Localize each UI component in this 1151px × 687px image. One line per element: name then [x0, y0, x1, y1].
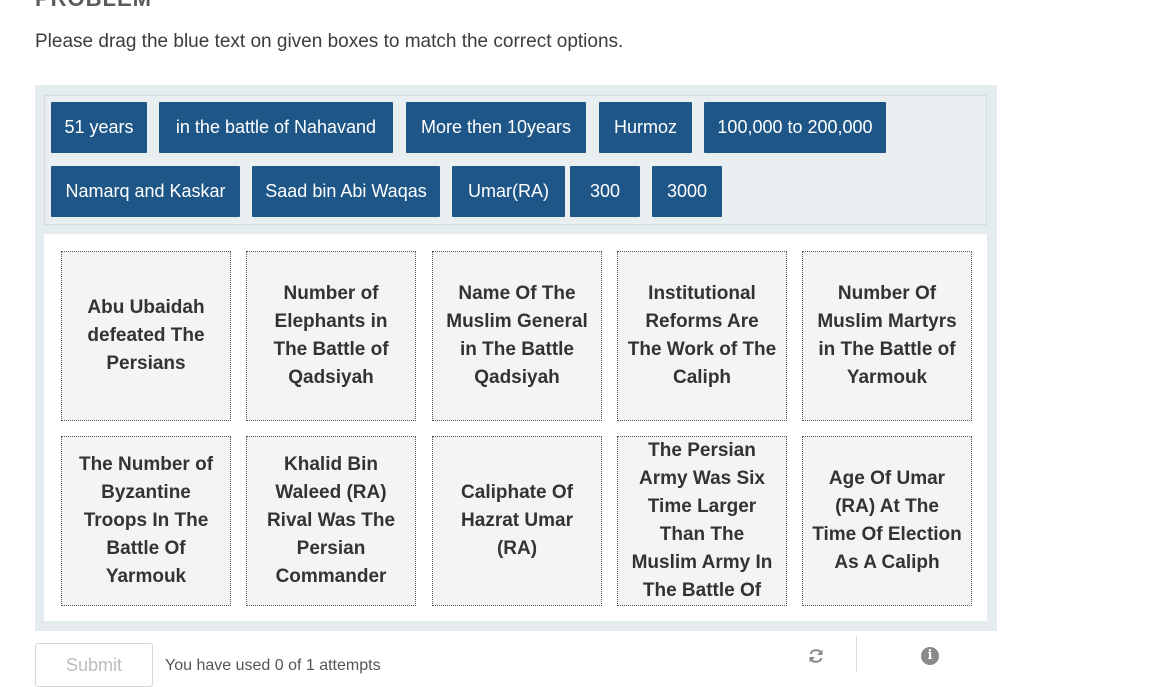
- draggable-option[interactable]: 300: [570, 166, 640, 217]
- draggable-option[interactable]: Umar(RA): [452, 166, 565, 217]
- drop-zone-label: The Number of Byzantine Troops In The Ba…: [78, 454, 214, 587]
- drop-zone[interactable]: Abu Ubaidah defeated The Persians: [61, 251, 231, 421]
- footer-divider: [856, 636, 857, 672]
- draggable-option[interactable]: More then 10years: [406, 102, 586, 153]
- drop-zone-label: Caliphate Of Hazrat Umar (RA): [461, 482, 573, 559]
- drop-zone[interactable]: Institutional Reforms Are The Work of Th…: [617, 251, 787, 421]
- draggable-option[interactable]: Hurmoz: [599, 102, 692, 153]
- drop-zone[interactable]: The Persian Army Was Six Time Larger Tha…: [617, 436, 787, 606]
- drop-zone[interactable]: Number of Elephants in The Battle of Qad…: [246, 251, 416, 421]
- draggable-option[interactable]: 100,000 to 200,000: [704, 102, 886, 153]
- refresh-icon[interactable]: [805, 646, 827, 668]
- instructions: Please drag the blue text on given boxes…: [35, 31, 624, 52]
- drop-zone-label: Age Of Umar (RA) At The Time Of Election…: [812, 468, 962, 573]
- drop-zone-label: Name Of The Muslim General in The Battle…: [446, 283, 588, 388]
- drop-zone[interactable]: Age Of Umar (RA) At The Time Of Election…: [802, 436, 972, 606]
- drag-and-drop-area: 51 years in the battle of Nahavand More …: [35, 85, 997, 631]
- drop-zone[interactable]: The Number of Byzantine Troops In The Ba…: [61, 436, 231, 606]
- drop-zone-label: Institutional Reforms Are The Work of Th…: [627, 283, 777, 388]
- target-area: Abu Ubaidah defeated The Persians Number…: [44, 234, 987, 621]
- refresh-icon-glyph: [809, 649, 823, 663]
- option-pool: 51 years in the battle of Nahavand More …: [44, 95, 987, 225]
- drop-zone-label: Number of Elephants in The Battle of Qad…: [273, 283, 389, 388]
- attempts-text: You have used 0 of 1 attempts: [165, 657, 381, 674]
- drop-zone[interactable]: Number Of Muslim Martyrs in The Battle o…: [802, 251, 972, 421]
- draggable-option[interactable]: Namarq and Kaskar: [51, 166, 240, 217]
- drop-zone[interactable]: Caliphate Of Hazrat Umar (RA): [432, 436, 602, 606]
- draggable-option[interactable]: 51 years: [51, 102, 147, 153]
- drop-zone-label: Khalid Bin Waleed (RA) Rival Was The Per…: [266, 454, 396, 587]
- draggable-option[interactable]: 3000: [652, 166, 722, 217]
- drop-zone-label: The Persian Army Was Six Time Larger Tha…: [631, 440, 773, 601]
- info-icon[interactable]: i: [921, 647, 939, 665]
- drop-zone[interactable]: Khalid Bin Waleed (RA) Rival Was The Per…: [246, 436, 416, 606]
- drop-zone[interactable]: Name Of The Muslim General in The Battle…: [432, 251, 602, 421]
- draggable-option[interactable]: Saad bin Abi Waqas: [252, 166, 440, 217]
- draggable-option[interactable]: in the battle of Nahavand: [159, 102, 393, 153]
- problem-heading: PROBLEM: [35, 0, 152, 12]
- drop-zone-label: Number Of Muslim Martyrs in The Battle o…: [817, 283, 957, 388]
- submit-button[interactable]: Submit: [35, 643, 153, 687]
- drop-zone-label: Abu Ubaidah defeated The Persians: [87, 297, 205, 374]
